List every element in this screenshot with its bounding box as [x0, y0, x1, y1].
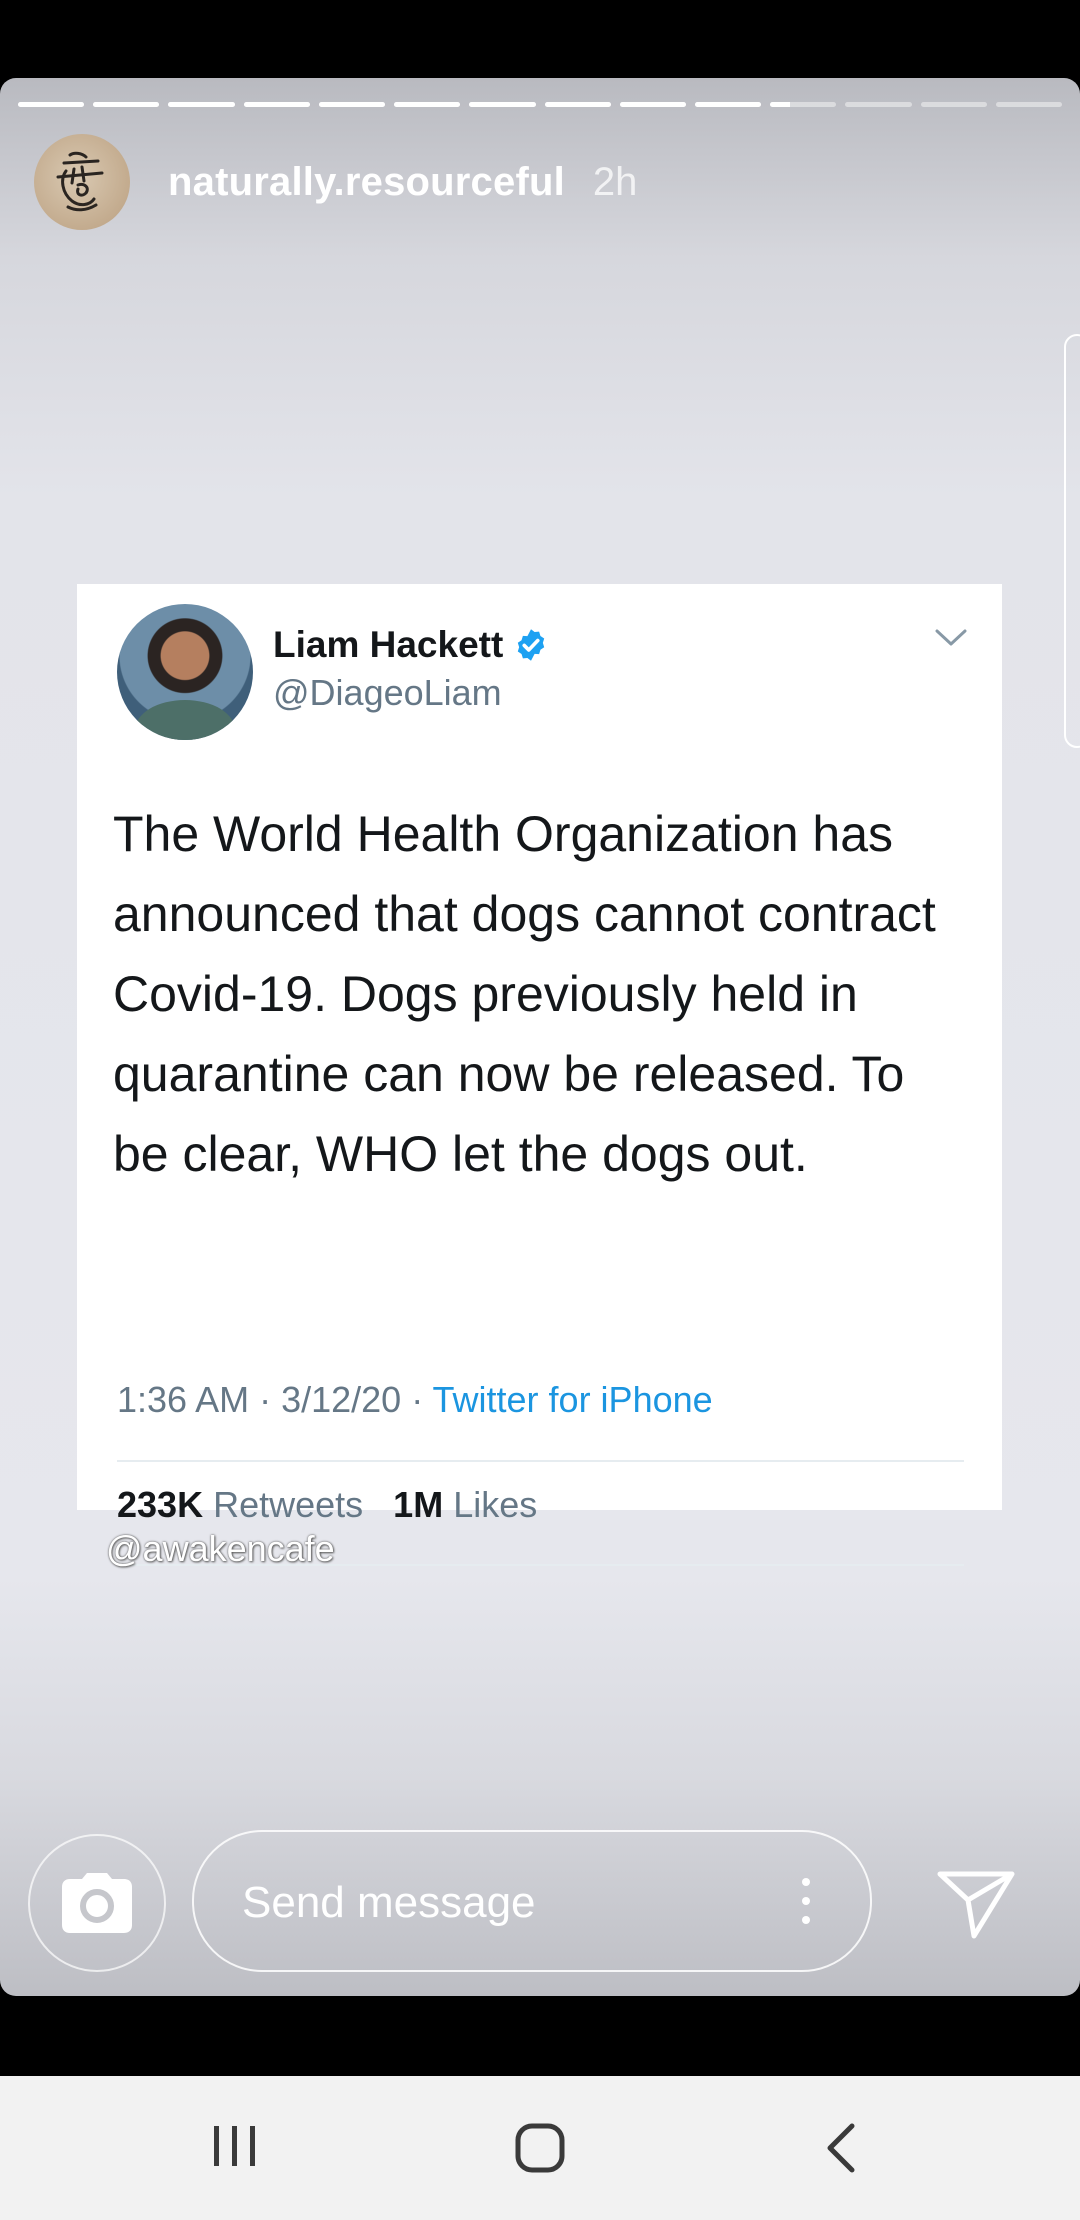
story-progress-segment — [995, 102, 1063, 107]
verified-badge-icon — [518, 629, 545, 661]
camera-button[interactable] — [28, 1834, 166, 1972]
story-progress-segment — [318, 102, 386, 107]
tweet-timestamp: 1:36 AM · 3/12/20 · — [117, 1379, 433, 1420]
story-progress-segment — [394, 102, 461, 107]
story-progress-segment — [845, 102, 912, 107]
story-progress-bar — [18, 102, 1063, 107]
system-navigation-bar — [0, 2076, 1080, 2220]
story-header: naturally.resourceful 2h — [34, 134, 637, 230]
story-progress-segment — [619, 102, 686, 107]
divider — [117, 1460, 964, 1462]
chevron-down-icon — [935, 629, 967, 646]
tweet-author-name-text: Liam Hackett — [273, 624, 504, 665]
watermark-text: @awakencafe — [106, 1528, 335, 1569]
story-progress-segment — [18, 102, 85, 107]
tweet-source: Twitter for iPhone — [432, 1379, 713, 1420]
likes-count: 1M — [393, 1484, 444, 1525]
send-icon[interactable] — [936, 1868, 1016, 1940]
more-vertical-icon[interactable] — [802, 1878, 810, 1924]
tweet-meta: 1:36 AM · 3/12/20 · Twitter for iPhone — [117, 1379, 713, 1421]
back-icon[interactable] — [824, 2122, 858, 2174]
story-username[interactable]: naturally.resourceful — [168, 160, 565, 205]
tweet-stats: 233K Retweets 1M Likes — [117, 1484, 537, 1526]
story-progress-segment — [920, 102, 987, 107]
tweet-author-name: Liam Hackett — [273, 624, 549, 666]
send-message-placeholder: Send message — [242, 1878, 536, 1927]
profile-avatar[interactable] — [34, 134, 130, 230]
story-time: 2h — [592, 159, 638, 204]
send-message-input[interactable]: Send message — [192, 1830, 872, 1972]
story-progress-segment — [770, 102, 837, 107]
camera-icon — [62, 1873, 132, 1933]
story-progress-segment — [469, 102, 536, 107]
retweets-count: 233K — [117, 1484, 204, 1525]
story-viewer[interactable]: naturally.resourceful 2h Liam Hackett @D… — [0, 78, 1080, 1996]
tweet-text: The World Health Organization has announ… — [113, 806, 936, 1182]
recent-apps-icon[interactable] — [210, 2122, 260, 2170]
tweet-author-avatar — [117, 604, 253, 740]
story-progress-segment — [168, 102, 235, 107]
story-progress-segment — [694, 102, 762, 107]
likes-label: Likes — [453, 1484, 538, 1525]
tweet-card: Liam Hackett @DiageoLiam The World Healt… — [77, 584, 1002, 1566]
home-icon[interactable] — [514, 2122, 566, 2174]
sketch-face-icon — [56, 151, 104, 212]
story-progress-segment — [544, 102, 611, 107]
story-progress-segment — [243, 102, 310, 107]
side-panel-handle[interactable] — [1064, 334, 1080, 748]
retweets-label: Retweets — [213, 1484, 364, 1525]
story-progress-segment — [93, 102, 160, 107]
tweet-author-handle: @DiageoLiam — [273, 672, 502, 713]
